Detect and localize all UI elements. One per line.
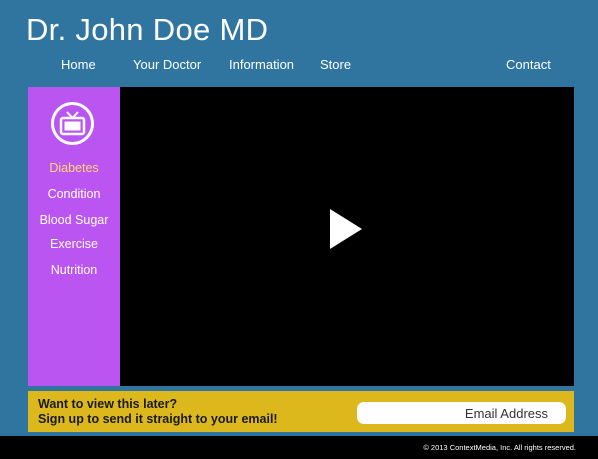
sidebar-item-condition[interactable]: Condition — [28, 187, 120, 201]
signup-text: Want to view this later? Sign up to send… — [38, 397, 278, 427]
tv-icon — [51, 102, 94, 145]
nav-store[interactable]: Store — [320, 57, 351, 72]
email-input[interactable] — [357, 402, 566, 424]
copyright-text: © 2013 ContextMedia, Inc. All rights res… — [423, 443, 576, 452]
nav-contact[interactable]: Contact — [506, 57, 551, 72]
footer: © 2013 ContextMedia, Inc. All rights res… — [0, 436, 598, 459]
sidebar-item-blood-sugar[interactable]: Blood Sugar — [28, 213, 120, 227]
nav-home[interactable]: Home — [61, 57, 96, 72]
sidebar-item-nutrition[interactable]: Nutrition — [28, 263, 120, 277]
sidebar-item-diabetes[interactable]: Diabetes — [28, 161, 120, 175]
email-signup-bar: Want to view this later? Sign up to send… — [28, 391, 574, 432]
site-title: Dr. John Doe MD — [26, 12, 269, 47]
sidebar-item-exercise[interactable]: Exercise — [28, 237, 120, 251]
signup-line-1: Want to view this later? — [38, 397, 178, 411]
nav-your-doctor[interactable]: Your Doctor — [133, 57, 201, 72]
signup-line-2: Sign up to send it straight to your emai… — [38, 412, 278, 426]
video-player[interactable] — [120, 87, 574, 386]
play-icon[interactable] — [330, 209, 362, 249]
nav-information[interactable]: Information — [229, 57, 294, 72]
sidebar: Diabetes Condition Blood Sugar Exercise … — [28, 87, 120, 386]
